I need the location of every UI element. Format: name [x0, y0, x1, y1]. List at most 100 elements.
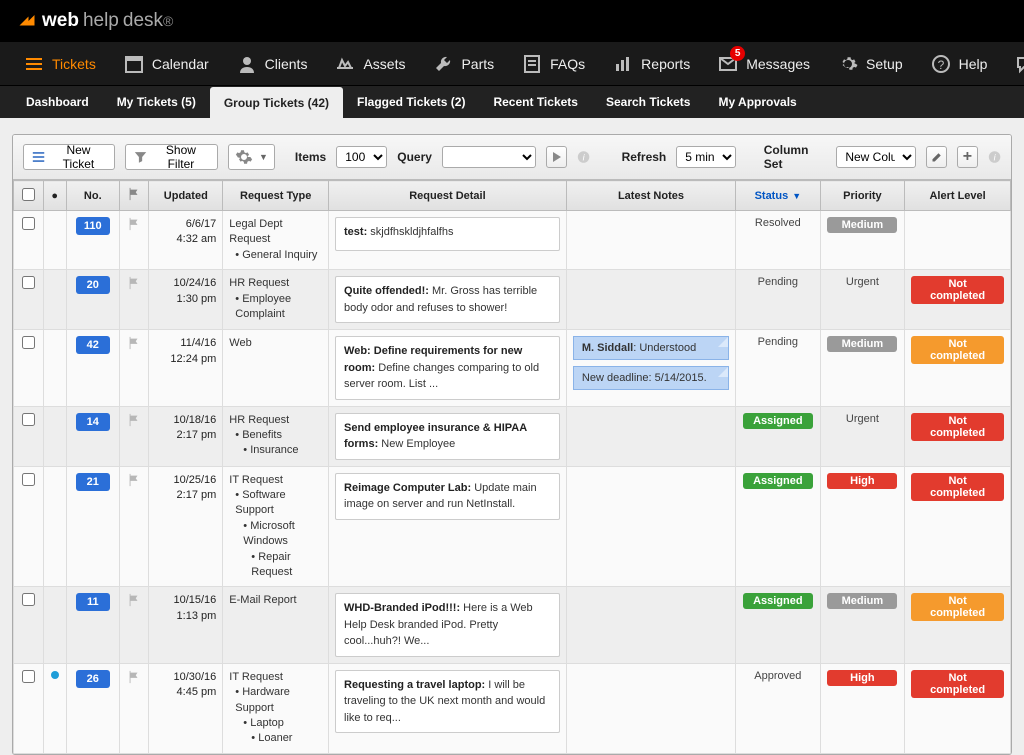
- table-row[interactable]: 2010/24/161:30 pmHR RequestEmployee Comp…: [14, 270, 1011, 330]
- row-checkbox[interactable]: [22, 473, 35, 486]
- priority-pill: High: [827, 473, 897, 489]
- detail-card[interactable]: Send employee insurance & HIPAA forms: N…: [335, 413, 560, 460]
- request-type-cell: Legal Dept RequestGeneral Inquiry: [223, 211, 329, 270]
- sub-nav: DashboardMy Tickets (5)Group Tickets (42…: [0, 86, 1024, 118]
- run-query-button[interactable]: [546, 146, 567, 168]
- ticket-number[interactable]: 20: [76, 276, 110, 294]
- updated-cell: 10/15/161:13 pm: [149, 587, 223, 664]
- pencil-icon: [931, 151, 943, 163]
- row-checkbox[interactable]: [22, 336, 35, 349]
- flag-icon[interactable]: [127, 276, 141, 290]
- nav-thwack[interactable]: Thwack: [1003, 42, 1024, 86]
- nav-label: Tickets: [52, 56, 96, 72]
- ticket-number[interactable]: 14: [76, 413, 110, 431]
- subnav-item[interactable]: Recent Tickets: [479, 86, 592, 118]
- subnav-item[interactable]: My Tickets (5): [103, 86, 210, 118]
- ticket-number[interactable]: 42: [76, 336, 110, 354]
- subnav-item[interactable]: My Approvals: [704, 86, 810, 118]
- nav-calendar[interactable]: Calendar: [112, 42, 221, 86]
- colset-select[interactable]: New Colu: [836, 146, 916, 168]
- calendar-icon: [124, 54, 144, 74]
- col-flag[interactable]: [119, 181, 149, 211]
- nav-faqs[interactable]: FAQs: [510, 42, 597, 86]
- subnav-item[interactable]: Flagged Tickets (2): [343, 86, 479, 118]
- subnav-item[interactable]: Dashboard: [12, 86, 103, 118]
- nav-setup[interactable]: Setup: [826, 42, 915, 86]
- new-ticket-button[interactable]: New Ticket: [23, 144, 115, 170]
- status: Pending: [742, 336, 814, 348]
- col-status[interactable]: Status▼: [736, 181, 821, 211]
- col-alert[interactable]: Alert Level: [905, 181, 1011, 211]
- nav-label: Calendar: [152, 56, 209, 72]
- notes-cell: [566, 211, 735, 270]
- priority: Urgent: [827, 413, 899, 425]
- status-pill: Assigned: [743, 473, 813, 489]
- edit-colset-button[interactable]: [926, 146, 947, 168]
- detail-cell: Reimage Computer Lab: Update main image …: [329, 466, 567, 587]
- table-row[interactable]: 110 6/6/174:32 amLegal Dept RequestGenera…: [14, 211, 1011, 270]
- nav-help[interactable]: ?Help: [919, 42, 1000, 86]
- table-row[interactable]: 2110/25/162:17 pmIT RequestSoftware Supp…: [14, 466, 1011, 587]
- flag-icon[interactable]: [127, 217, 141, 231]
- notes-cell: M. Siddall: Understood New deadline: 5/14…: [566, 330, 735, 407]
- nav-parts[interactable]: Parts: [421, 42, 506, 86]
- detail-card[interactable]: Requesting a travel laptop: I will be tr…: [335, 670, 560, 734]
- note[interactable]: New deadline: 5/14/2015.: [573, 366, 729, 390]
- row-checkbox[interactable]: [22, 217, 35, 230]
- gear-menu-button[interactable]: ▼: [228, 144, 275, 170]
- query-select[interactable]: [442, 146, 536, 168]
- ticket-number[interactable]: 21: [76, 473, 110, 491]
- nav-clients[interactable]: Clients: [225, 42, 320, 86]
- table-row[interactable]: 2610/30/164:45 pmIT RequestHardware Supp…: [14, 663, 1011, 753]
- flag-icon[interactable]: [127, 336, 141, 350]
- col-reqtype[interactable]: Request Type: [223, 181, 329, 211]
- row-checkbox[interactable]: [22, 276, 35, 289]
- ticket-number[interactable]: 110: [76, 217, 110, 235]
- svg-text:?: ?: [937, 58, 944, 72]
- priority: Urgent: [827, 276, 899, 288]
- detail-card[interactable]: Web: Define requirements for new room: D…: [335, 336, 560, 400]
- table-row[interactable]: 1410/18/162:17 pmHR RequestBenefitsInsur…: [14, 406, 1011, 466]
- col-checkbox[interactable]: [14, 181, 44, 211]
- table-row[interactable]: 4211/4/1612:24 pmWebWeb: Define requirem…: [14, 330, 1011, 407]
- ticket-number[interactable]: 11: [76, 593, 110, 611]
- note[interactable]: M. Siddall: Understood: [573, 336, 729, 360]
- row-checkbox[interactable]: [22, 413, 35, 426]
- logo-icon: [18, 12, 36, 30]
- add-colset-button[interactable]: +: [957, 146, 978, 168]
- col-notes[interactable]: Latest Notes: [566, 181, 735, 211]
- detail-card[interactable]: Reimage Computer Lab: Update main image …: [335, 473, 560, 520]
- nav-label: Clients: [265, 56, 308, 72]
- flag-icon[interactable]: [127, 413, 141, 427]
- nav-tickets[interactable]: Tickets: [12, 42, 108, 86]
- status-pill: Assigned: [743, 413, 813, 429]
- detail-card[interactable]: Quite offended!: Mr. Gross has terrible …: [335, 276, 560, 323]
- flag-icon[interactable]: [127, 473, 141, 487]
- items-select[interactable]: 100: [336, 146, 387, 168]
- detail-cell: Requesting a travel laptop: I will be tr…: [329, 663, 567, 753]
- row-checkbox[interactable]: [22, 593, 35, 606]
- request-type-cell: Web: [223, 330, 329, 407]
- flag-icon[interactable]: [127, 670, 141, 684]
- flag-icon[interactable]: [127, 593, 141, 607]
- detail-card[interactable]: WHD-Branded iPod!!!: Here is a Web Help …: [335, 593, 560, 657]
- show-filter-button[interactable]: Show Filter: [125, 144, 218, 170]
- row-checkbox[interactable]: [22, 670, 35, 683]
- col-updated[interactable]: Updated: [149, 181, 223, 211]
- nav-messages[interactable]: Messages5: [706, 42, 822, 86]
- col-no[interactable]: No.: [66, 181, 119, 211]
- col-priority[interactable]: Priority: [820, 181, 905, 211]
- updated-cell: 6/6/174:32 am: [149, 211, 223, 270]
- topbar: webhelpdesk®: [0, 0, 1024, 42]
- nav-reports[interactable]: Reports: [601, 42, 702, 86]
- detail-card[interactable]: test: skjdfhskldjhfalfhs: [335, 217, 560, 251]
- refresh-select[interactable]: 5 min: [676, 146, 736, 168]
- ticket-number[interactable]: 26: [76, 670, 110, 688]
- col-detail[interactable]: Request Detail: [329, 181, 567, 211]
- col-dot[interactable]: ●: [43, 181, 66, 211]
- subnav-item[interactable]: Search Tickets: [592, 86, 705, 118]
- nav-assets[interactable]: Assets: [323, 42, 417, 86]
- table-row[interactable]: 1110/15/161:13 pmE-Mail ReportWHD-Brande…: [14, 587, 1011, 664]
- select-all-checkbox[interactable]: [22, 188, 35, 201]
- subnav-item[interactable]: Group Tickets (42): [210, 87, 343, 119]
